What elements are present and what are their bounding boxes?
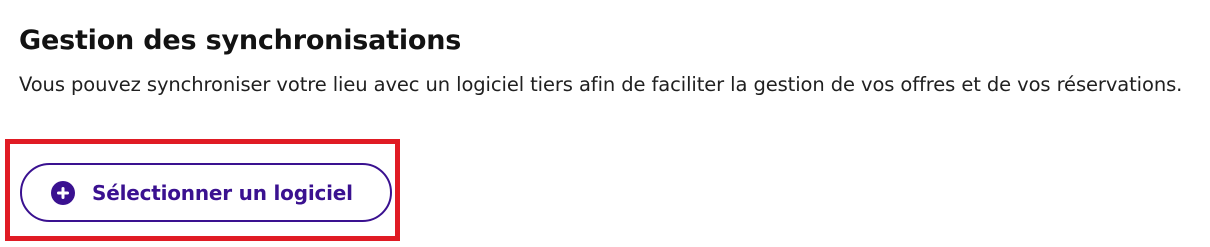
synchronization-section: Gestion des synchronisations Vous pouvez… bbox=[19, 22, 1199, 98]
select-software-button[interactable]: Sélectionner un logiciel bbox=[20, 163, 392, 222]
section-description: Vous pouvez synchroniser votre lieu avec… bbox=[19, 73, 1183, 96]
plus-circle-icon bbox=[50, 180, 76, 206]
section-title: Gestion des synchronisations bbox=[19, 25, 462, 56]
select-software-button-label: Sélectionner un logiciel bbox=[92, 180, 353, 205]
